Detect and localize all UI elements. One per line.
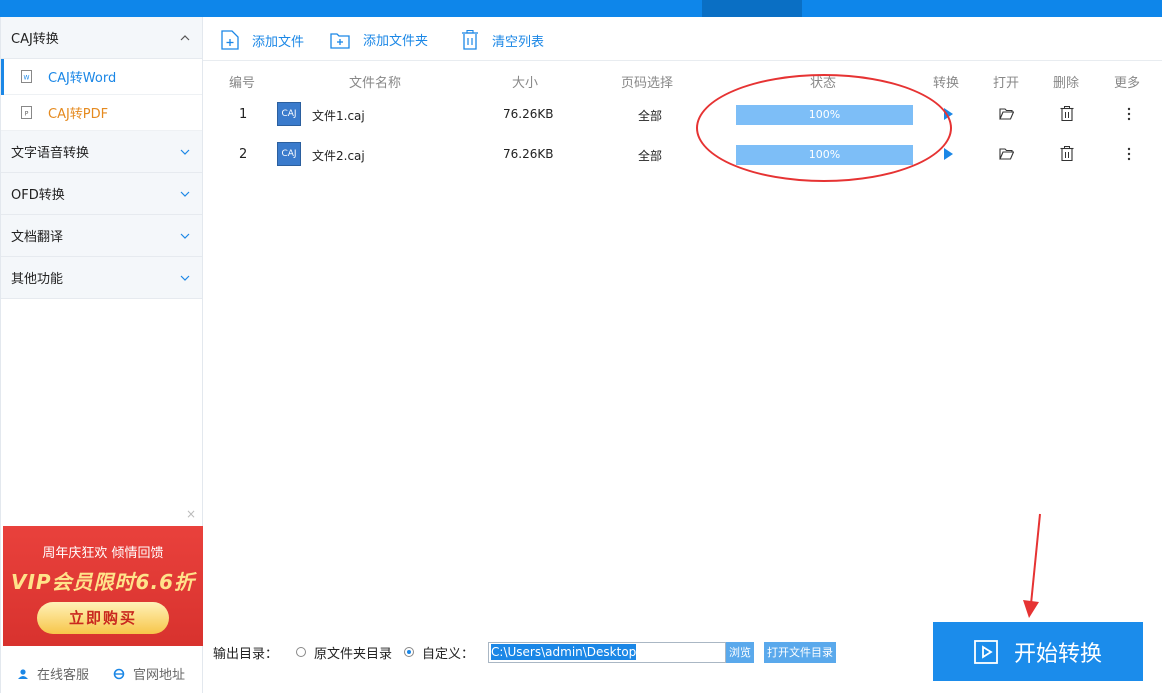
- delete-icon[interactable]: [1060, 146, 1074, 165]
- caj-file-icon: CAJ: [277, 102, 301, 126]
- page-select[interactable]: 全部: [638, 147, 662, 164]
- pdf-doc-icon: P: [21, 106, 32, 119]
- page-select[interactable]: 全部: [638, 107, 662, 124]
- promo-banner[interactable]: 周年庆狂欢 倾情回馈 VIP会员限时6.6折 立即购买: [3, 526, 203, 646]
- open-directory-button[interactable]: 打开文件目录: [764, 641, 837, 663]
- play-icon[interactable]: [944, 148, 953, 164]
- folder-open-icon[interactable]: [999, 147, 1015, 164]
- col-delete: 删除: [1053, 76, 1080, 91]
- folder-open-icon[interactable]: [999, 107, 1015, 124]
- clear-list-button[interactable]: 清空列表: [461, 30, 544, 50]
- sidebar-category-other[interactable]: 其他功能: [1, 257, 202, 299]
- sidebar-item-caj-to-word[interactable]: W CAJ转Word: [1, 59, 202, 95]
- chevron-down-icon: [180, 147, 190, 157]
- title-bar: [0, 0, 1162, 17]
- customer-service-icon: [18, 668, 28, 679]
- progress-text: 100%: [808, 108, 841, 121]
- start-convert-button[interactable]: 开始转换: [933, 622, 1143, 681]
- toolbar: 添加文件 添加文件夹 清空列表: [203, 17, 1162, 61]
- start-convert-label: 开始转换: [1013, 641, 1102, 667]
- output-path-input[interactable]: C:\Users\admin\Desktop: [488, 641, 727, 663]
- ad-close-icon[interactable]: ×: [186, 507, 196, 521]
- output-directory-bar: 输出目录： 原文件夹目录 自定义： C:\Users\admin\Desktop…: [213, 641, 837, 663]
- col-name: 文件名称: [349, 76, 402, 91]
- table-row[interactable]: 2 CAJ 文件2.caj 76.26KB 全部 100%: [203, 135, 1162, 175]
- word-doc-icon: W: [21, 70, 32, 83]
- add-file-icon: [221, 30, 239, 50]
- file-name: 文件2.caj: [312, 149, 365, 163]
- radio-custom-folder[interactable]: [404, 647, 415, 657]
- output-path-value: C:\Users\admin\Desktop: [491, 644, 637, 660]
- browse-button[interactable]: 浏览: [726, 641, 755, 663]
- option-custom-label[interactable]: 自定义：: [422, 643, 474, 662]
- sidebar-category-label: OFD转换: [11, 188, 65, 203]
- col-size: 大小: [512, 76, 539, 91]
- add-folder-button[interactable]: 添加文件夹: [330, 30, 428, 49]
- annotation-arrow: [1023, 513, 1041, 618]
- chevron-up-icon: [180, 33, 190, 43]
- add-file-label: 添加文件: [252, 34, 305, 50]
- progress-bar: 100%: [736, 145, 913, 165]
- sidebar-item-caj-to-pdf[interactable]: P CAJ转PDF: [1, 95, 202, 131]
- table-header: 编号 文件名称 大小 页码选择 状态 转换 打开 删除 更多: [203, 62, 1162, 96]
- clear-list-label: 清空列表: [492, 34, 545, 50]
- more-icon[interactable]: [1127, 107, 1131, 125]
- svg-text:P: P: [25, 111, 29, 118]
- more-icon[interactable]: [1127, 147, 1131, 165]
- col-index: 编号: [229, 76, 256, 91]
- sidebar-category-ofd[interactable]: OFD转换: [1, 173, 202, 215]
- file-size: 76.26KB: [503, 107, 554, 121]
- sidebar: CAJ转换 W CAJ转Word P CAJ转PDF 文字语音转换 OFD转换 …: [0, 17, 203, 693]
- sidebar-item-label: CAJ转Word: [48, 71, 117, 86]
- ie-globe-icon: [113, 668, 125, 679]
- promo-line1: 周年庆狂欢 倾情回馈: [42, 546, 164, 561]
- play-square-icon: [974, 639, 998, 664]
- col-status: 状态: [810, 76, 837, 91]
- col-more: 更多: [1114, 76, 1141, 91]
- buy-now-button[interactable]: 立即购买: [37, 602, 169, 634]
- file-size: 76.26KB: [503, 147, 554, 161]
- col-open: 打开: [993, 76, 1020, 91]
- svg-text:W: W: [24, 75, 30, 82]
- trash-icon: [462, 30, 478, 50]
- add-folder-label: 添加文件夹: [363, 34, 429, 49]
- sidebar-category-label: 其他功能: [11, 272, 64, 287]
- sidebar-category-caj[interactable]: CAJ转换: [1, 17, 202, 59]
- row-index: 2: [239, 147, 248, 162]
- progress-bar: 100%: [736, 105, 913, 125]
- table-row[interactable]: 1 CAJ 文件1.caj 76.26KB 全部 100%: [203, 95, 1162, 135]
- row-index: 1: [239, 107, 248, 122]
- file-name: 文件1.caj: [312, 109, 365, 123]
- chevron-down-icon: [180, 273, 190, 283]
- add-folder-icon: [330, 32, 350, 49]
- chevron-down-icon: [180, 189, 190, 199]
- sidebar-category-text-speech[interactable]: 文字语音转换: [1, 131, 202, 173]
- sidebar-category-translate[interactable]: 文档翻译: [1, 215, 202, 257]
- title-bar-segment: [702, 0, 802, 17]
- output-label: 输出目录：: [213, 646, 279, 662]
- sidebar-category-label: 文字语音转换: [11, 146, 90, 161]
- add-file-button[interactable]: 添加文件: [221, 30, 304, 50]
- chevron-down-icon: [180, 231, 190, 241]
- online-service-link[interactable]: 在线客服: [17, 664, 89, 683]
- website-label: 官网地址: [133, 668, 186, 683]
- progress-text: 100%: [808, 148, 841, 161]
- col-pages: 页码选择: [621, 76, 674, 91]
- option-original-label[interactable]: 原文件夹目录: [314, 643, 392, 662]
- delete-icon[interactable]: [1060, 106, 1074, 125]
- sidebar-category-label: CAJ转换: [11, 32, 59, 47]
- caj-file-icon: CAJ: [277, 142, 301, 166]
- sidebar-category-label: 文档翻译: [11, 230, 64, 245]
- promo-line2: VIP会员限时6.6折: [10, 570, 195, 594]
- radio-original-folder[interactable]: [296, 647, 307, 657]
- website-link[interactable]: 官网地址: [113, 664, 185, 683]
- sidebar-item-label: CAJ转PDF: [48, 107, 109, 122]
- online-service-label: 在线客服: [37, 668, 90, 683]
- col-convert: 转换: [933, 76, 960, 91]
- play-icon[interactable]: [944, 108, 953, 124]
